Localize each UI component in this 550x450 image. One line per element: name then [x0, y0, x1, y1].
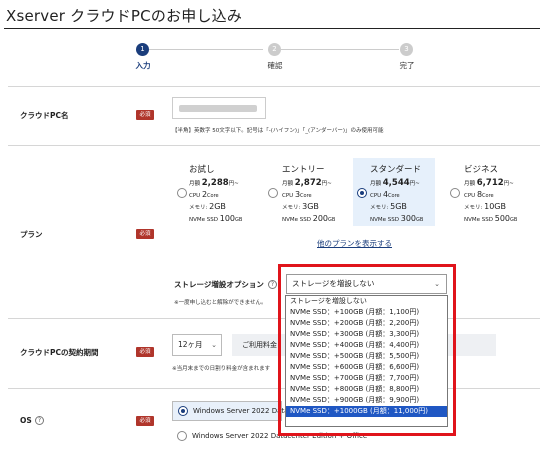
- plan-memory: メモリ: 3GB: [282, 202, 319, 211]
- step-3-indicator: 3: [400, 43, 413, 56]
- os-radio[interactable]: [177, 431, 187, 441]
- plan-storage: NVMe SSD 500GB: [464, 214, 518, 223]
- plan-cpu: CPU 3Core: [282, 190, 312, 199]
- step-2-label: 確認: [267, 61, 283, 70]
- step-2-indicator: 2: [268, 43, 281, 56]
- plan-radio[interactable]: [450, 188, 460, 198]
- plan-cpu: CPU 2Core: [189, 190, 219, 199]
- help-icon[interactable]: ?: [268, 280, 277, 289]
- os-label: OS: [20, 416, 32, 425]
- plan-name: お試し: [189, 165, 215, 175]
- pc-name-label: クラウドPC名: [20, 111, 69, 120]
- required-badge: 必須: [136, 416, 154, 426]
- step-connector: [281, 49, 399, 50]
- pc-name-hint: 【半角】英数字 50文字以下。記号は「-(ハイフン)」「_(アンダーバー)」のみ…: [172, 128, 384, 134]
- pc-name-input[interactable]: [172, 97, 266, 119]
- required-badge: 必須: [136, 347, 154, 357]
- required-badge: 必須: [136, 110, 154, 120]
- step-connector: [149, 49, 263, 50]
- plan-option-standard[interactable]: スタンダード 月額 4,544円~ CPU 4Core メモリ: 5GB NVM…: [353, 158, 435, 226]
- row-divider: [8, 145, 540, 146]
- os-option-1[interactable]: Windows Server 2022 Data: [172, 401, 288, 421]
- plan-memory: メモリ: 5GB: [370, 202, 407, 211]
- required-badge: 必須: [136, 229, 154, 239]
- row-divider: [8, 388, 540, 389]
- plan-label: プラン: [20, 230, 43, 239]
- plan-cpu: CPU 8Core: [464, 190, 494, 199]
- fee-label: ご利用料金: [242, 341, 277, 349]
- show-other-plans-link[interactable]: 他のプランを表示する: [317, 238, 392, 249]
- plan-option-trial[interactable]: お試し 月額 2,288円~ CPU 2Core メモリ: 2GB NVMe S…: [176, 158, 262, 226]
- plan-name: エントリー: [282, 165, 325, 175]
- blurred-value: [179, 105, 257, 112]
- plan-radio-selected[interactable]: [357, 188, 367, 198]
- plan-radio[interactable]: [177, 188, 187, 198]
- plan-name: ビジネス: [464, 165, 499, 175]
- row-divider: [8, 86, 540, 87]
- title-divider: [4, 28, 540, 29]
- page-title: Xserver クラウドPCのお申し込み: [6, 7, 243, 25]
- step-1-indicator: 1: [136, 43, 149, 56]
- os-option-1-label: Windows Server 2022 Data: [193, 407, 289, 415]
- plan-price: 月額 4,544円~: [370, 178, 420, 188]
- plan-price: 月額 6,712円~: [464, 178, 514, 188]
- storage-option-label: ストレージ増設オプション: [174, 280, 264, 289]
- plan-storage: NVMe SSD 300GB: [370, 214, 424, 223]
- plan-memory: メモリ: 2GB: [189, 202, 226, 211]
- storage-note: ※一度申し込むと解除ができません。: [174, 300, 267, 306]
- plan-option-entry[interactable]: エントリー 月額 2,872円~ CPU 3Core メモリ: 3GB NVMe…: [265, 158, 351, 226]
- step-1-label: 入力: [135, 61, 151, 70]
- row-divider: [8, 318, 540, 319]
- highlight-annotation-frame: [278, 264, 456, 436]
- step-3-label: 完了: [399, 61, 415, 70]
- chevron-down-icon: ⌄: [211, 341, 217, 349]
- contract-term-note: ※当月末までの日割り料金が含まれます: [172, 366, 271, 372]
- contract-term-value: 12ヶ月: [178, 340, 203, 349]
- contract-term-select[interactable]: 12ヶ月 ⌄: [172, 334, 222, 356]
- plan-storage: NVMe SSD 100GB: [189, 214, 243, 223]
- plan-radio[interactable]: [268, 188, 278, 198]
- plan-memory: メモリ: 10GB: [464, 202, 506, 211]
- plan-storage: NVMe SSD 200GB: [282, 214, 336, 223]
- plan-price: 月額 2,872円~: [282, 178, 332, 188]
- help-icon[interactable]: ?: [35, 416, 44, 425]
- plan-option-business[interactable]: ビジネス 月額 6,712円~ CPU 8Core メモリ: 10GB NVMe…: [447, 158, 540, 226]
- plan-cpu: CPU 4Core: [370, 190, 400, 199]
- contract-term-label: クラウドPCの契約期間: [20, 348, 99, 357]
- os-radio-selected[interactable]: [178, 406, 188, 416]
- plan-name: スタンダード: [370, 165, 422, 175]
- plan-price: 月額 2,288円~: [189, 178, 239, 188]
